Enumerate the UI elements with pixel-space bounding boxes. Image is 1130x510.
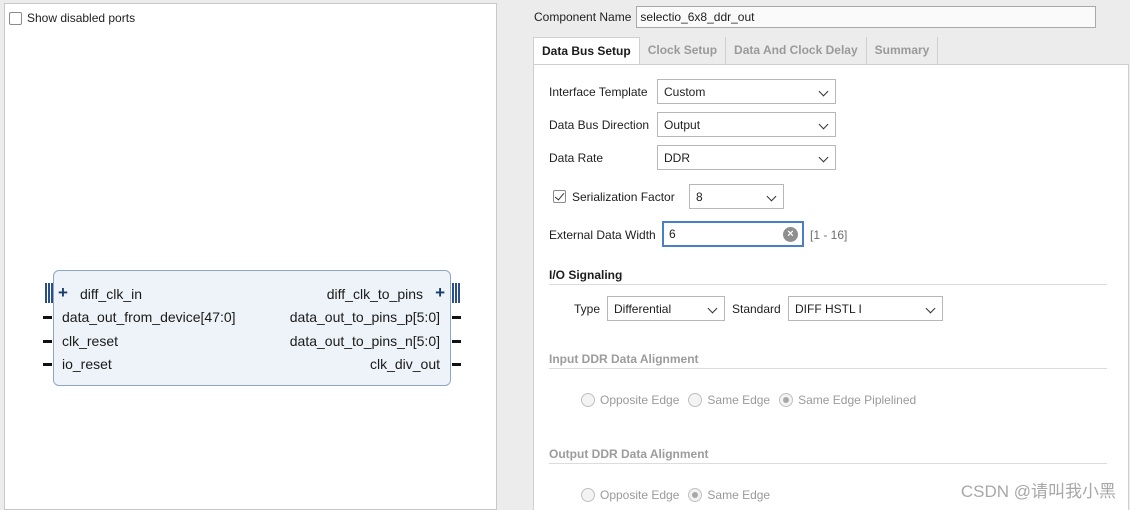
interface-template-label: Interface Template	[549, 85, 648, 99]
port-clk-reset: clk_reset	[62, 333, 119, 349]
data-rate-value: DDR	[664, 151, 690, 165]
diff-clk-to-pins-bus-icon	[452, 283, 460, 303]
output-ddr-alignment-title: Output DDR Data Alignment	[549, 447, 709, 461]
io-standard-select[interactable]: DIFF HSTL I	[788, 296, 943, 321]
pin-io-reset	[43, 363, 52, 366]
data-bus-direction-select[interactable]: Output	[657, 112, 836, 137]
component-name-input[interactable]: selectio_6x8_ddr_out	[636, 6, 1097, 28]
chevron-down-icon	[707, 303, 718, 314]
port-io-reset: io_reset	[62, 356, 112, 372]
output-opposite-edge-label: Opposite Edge	[600, 488, 680, 502]
external-data-width-range: [1 - 16]	[810, 228, 848, 242]
input-same-edge-pipelined-label: Same Edge Piplelined	[798, 393, 917, 407]
port-diff-clk-to-pins: diff_clk_to_pins	[326, 286, 423, 302]
pin-clk-div-out	[452, 363, 461, 366]
tab-clock-setup[interactable]: Clock Setup	[639, 37, 727, 64]
output-same-edge-label: Same Edge	[707, 488, 771, 502]
divider	[549, 368, 1107, 369]
input-same-edge-label: Same Edge	[707, 393, 771, 407]
tab-data-and-clock-delay[interactable]: Data And Clock Delay	[726, 37, 867, 64]
show-disabled-ports-label: Show disabled ports	[27, 11, 136, 25]
chevron-down-icon	[766, 191, 777, 202]
chevron-down-icon	[818, 86, 829, 97]
interface-template-value: Custom	[664, 85, 706, 99]
chevron-down-icon	[818, 119, 829, 130]
io-signaling-title: I/O Signaling	[549, 268, 623, 282]
show-disabled-ports-option[interactable]: Show disabled ports	[9, 11, 135, 25]
pin-data-out-to-pins-p	[452, 316, 461, 319]
serialization-factor-value: 8	[696, 190, 703, 204]
port-diff-clk-in: diff_clk_in	[80, 286, 143, 302]
port-data-out-to-pins-p: data_out_to_pins_p[5:0]	[289, 309, 440, 325]
serialization-factor-select[interactable]: 8	[689, 184, 784, 209]
output-opposite-edge-radio[interactable]	[581, 488, 595, 502]
csdn-watermark: CSDN @请叫我小黑	[960, 482, 1116, 501]
component-name-label: Component Name	[534, 10, 632, 24]
output-ddr-alignment-options: Opposite Edge Same Edge	[581, 488, 779, 502]
input-same-edge-pipelined-radio[interactable]	[779, 393, 794, 407]
io-standard-label: Standard	[732, 302, 781, 316]
tab-summary[interactable]: Summary	[866, 37, 939, 64]
chevron-down-icon	[925, 303, 936, 314]
external-data-width-input[interactable]: 6 ×	[662, 221, 804, 247]
component-name-row: Component Name selectio_6x8_ddr_out	[534, 6, 1097, 28]
io-type-value: Differential	[614, 302, 672, 316]
input-opposite-edge-label: Opposite Edge	[600, 393, 680, 407]
chevron-down-icon	[818, 152, 829, 163]
block-diagram-canvas: Show disabled ports + diff_clk_in data_o…	[4, 3, 497, 510]
interface-template-select[interactable]: Custom	[657, 79, 836, 104]
input-ddr-alignment-title: Input DDR Data Alignment	[549, 352, 699, 366]
port-data-out-to-pins-n: data_out_to_pins_n[5:0]	[289, 333, 440, 349]
data-bus-direction-label: Data Bus Direction	[549, 118, 650, 132]
input-same-edge-radio[interactable]	[688, 393, 703, 407]
pin-data-out-to-pins-n	[452, 340, 461, 343]
input-ddr-alignment-options: Opposite Edge Same Edge Same Edge Piplel…	[581, 393, 925, 407]
pin-data-out-from-device	[43, 316, 52, 319]
output-same-edge-radio[interactable]	[688, 488, 703, 502]
ip-configuration-panel: Component Name selectio_6x8_ddr_out Data…	[497, 0, 1130, 510]
show-disabled-ports-checkbox[interactable]	[9, 11, 22, 25]
tab-data-bus-setup[interactable]: Data Bus Setup	[533, 37, 640, 64]
input-opposite-edge-radio[interactable]	[581, 393, 595, 407]
port-data-out-from-device: data_out_from_device[47:0]	[62, 309, 236, 325]
data-bus-direction-value: Output	[664, 118, 701, 132]
data-bus-setup-pane: Interface Template Custom Data Bus Direc…	[533, 64, 1129, 510]
serialization-factor-checkbox[interactable]	[553, 190, 566, 203]
data-rate-select[interactable]: DDR	[657, 145, 836, 170]
io-standard-value: DIFF HSTL I	[795, 302, 862, 316]
divider	[549, 284, 1107, 285]
diff-clk-in-bus-icon	[45, 283, 53, 303]
external-data-width-label: External Data Width	[549, 228, 656, 242]
io-type-label: Type	[574, 302, 601, 316]
data-rate-label: Data Rate	[549, 151, 604, 165]
io-type-select[interactable]: Differential	[607, 296, 725, 321]
expand-plus-icon[interactable]: +	[435, 283, 445, 303]
pin-clk-reset	[43, 340, 52, 343]
port-clk-div-out: clk_div_out	[369, 356, 440, 372]
clear-icon[interactable]: ×	[783, 227, 798, 242]
external-data-width-value: 6	[669, 227, 676, 241]
config-tabs: Data Bus Setup Clock Setup Data And Cloc…	[533, 37, 939, 64]
selectio-ip-block[interactable]: + diff_clk_in data_out_from_device[47:0]…	[53, 270, 451, 386]
expand-plus-icon[interactable]: +	[58, 283, 68, 303]
serialization-factor-label: Serialization Factor	[572, 190, 675, 204]
divider	[549, 463, 1107, 464]
